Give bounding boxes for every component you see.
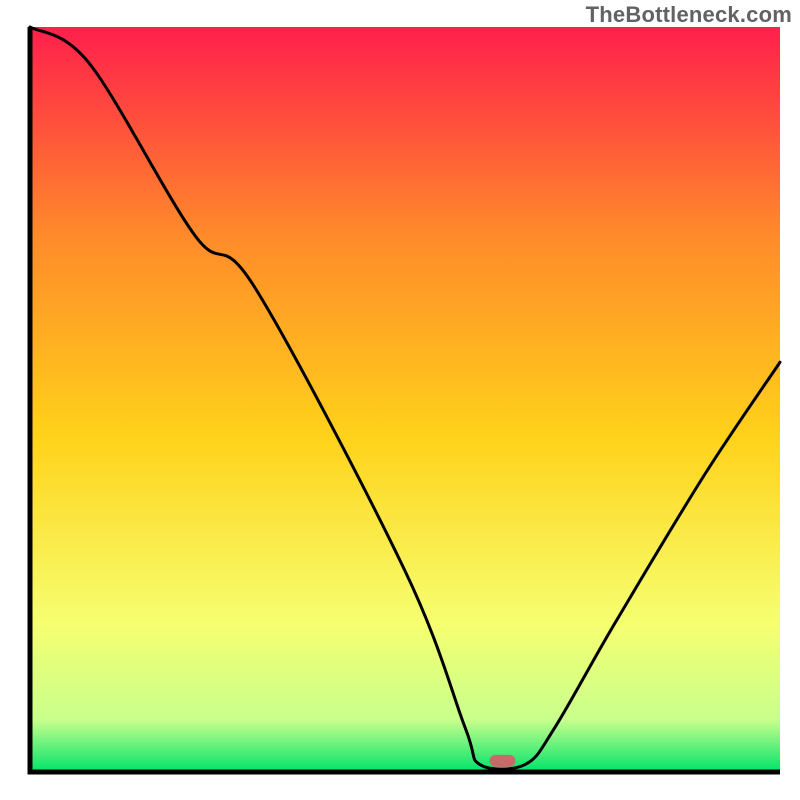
plot-area xyxy=(30,27,780,772)
bottleneck-chart xyxy=(0,0,800,800)
gradient-background xyxy=(30,27,780,772)
watermark-text: TheBottleneck.com xyxy=(586,2,792,28)
chart-container: TheBottleneck.com xyxy=(0,0,800,800)
optimal-point-marker xyxy=(490,755,516,767)
